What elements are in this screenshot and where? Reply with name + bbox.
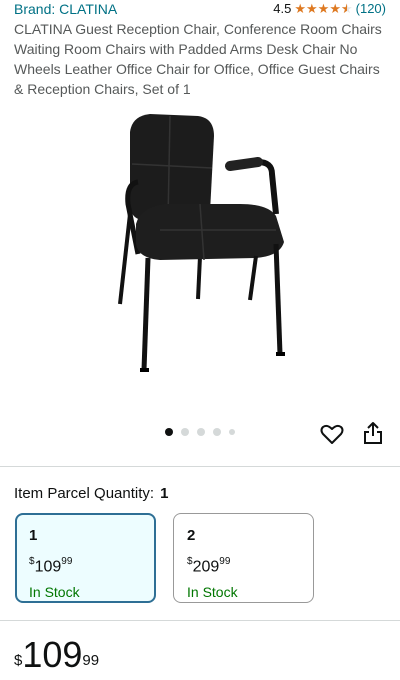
carousel-dot[interactable] xyxy=(181,428,189,436)
quantity-label: Item Parcel Quantity: xyxy=(14,485,155,502)
brand-link[interactable]: Brand: CLATINA xyxy=(14,0,117,18)
heart-icon[interactable] xyxy=(320,423,344,445)
rating-summary[interactable]: 4.5 ★ ★ ★ ★ ★ (120) xyxy=(273,0,386,18)
product-price: $10999 xyxy=(14,634,99,676)
star-full-icon: ★ xyxy=(294,1,307,16)
option-stock-status: In Stock xyxy=(29,584,80,601)
star-full-icon: ★ xyxy=(306,1,318,16)
section-divider xyxy=(0,466,400,467)
option-quantity: 2 xyxy=(187,527,196,544)
quantity-label-row: Item Parcel Quantity: 1 xyxy=(14,484,168,504)
chair-image xyxy=(118,114,285,372)
product-title: CLATINA Guest Reception Chair, Conferenc… xyxy=(14,21,382,97)
carousel-dot-active[interactable] xyxy=(165,428,173,436)
quantity-option-2[interactable]: 2 $20999 In Stock xyxy=(173,513,314,603)
star-half-icon: ★ xyxy=(341,2,353,17)
option-quantity: 1 xyxy=(29,527,38,544)
quantity-option-1[interactable]: 1 $10999 In Stock xyxy=(15,513,156,603)
carousel-dot[interactable] xyxy=(213,428,221,436)
option-price: $10999 xyxy=(29,556,73,576)
quantity-value: 1 xyxy=(160,485,169,502)
rating-value: 4.5 xyxy=(273,1,292,16)
share-icon[interactable] xyxy=(362,421,384,445)
option-price: $20999 xyxy=(187,556,231,576)
star-full-icon: ★ xyxy=(329,1,341,16)
brand-rating-row: Brand: CLATINA 4.5 ★ ★ ★ ★ ★ (120) xyxy=(14,0,386,18)
product-image[interactable] xyxy=(0,104,400,404)
price-fraction: 99 xyxy=(82,652,100,669)
price-whole: 109 xyxy=(22,634,83,675)
option-stock-status: In Stock xyxy=(187,584,238,601)
price-currency: $ xyxy=(14,652,23,669)
rating-count-link[interactable]: (120) xyxy=(356,0,386,18)
carousel-dot[interactable] xyxy=(197,428,205,436)
star-rating: ★ ★ ★ ★ ★ xyxy=(294,1,353,17)
star-full-icon: ★ xyxy=(317,1,330,16)
section-divider xyxy=(0,620,400,621)
carousel-dot[interactable] xyxy=(229,429,235,435)
